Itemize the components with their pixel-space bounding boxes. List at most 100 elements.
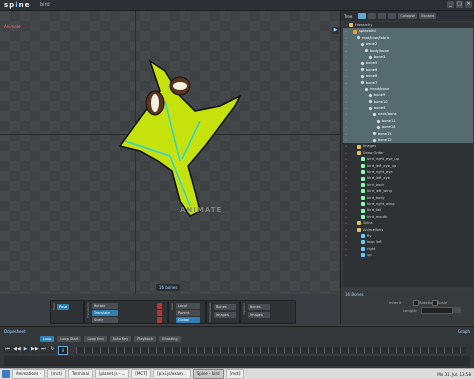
axes-local-button[interactable]: Local (176, 303, 200, 309)
tree-row[interactable]: • up (343, 252, 473, 258)
tools-group: Tools Pose (50, 300, 84, 324)
bone-icon (360, 74, 365, 79)
axes-parent-button[interactable]: Parent (176, 310, 200, 316)
bone-icon (372, 138, 377, 143)
anim-icon (361, 234, 365, 239)
tools-toolbar: Tools Pose Transform Rotate Translate Sc… (0, 296, 339, 326)
rotate-tool-button[interactable]: Rotate (92, 303, 118, 309)
length-input[interactable] (421, 307, 453, 314)
compensate-bones-button[interactable]: Bones (214, 304, 236, 310)
loop-icon[interactable]: ↻ (49, 346, 56, 353)
translate-key-button[interactable] (157, 310, 162, 316)
taskbar-item[interactable]: Animations - (12, 369, 46, 379)
loop-start-button[interactable]: Loop Start (57, 336, 82, 342)
slot-icon (361, 195, 365, 200)
taskbar-item[interactable]: [MCT] (131, 369, 152, 379)
maximize-button[interactable]: □ (456, 1, 463, 8)
slot-icon (361, 189, 365, 194)
pose-tool-button[interactable]: Pose (57, 304, 70, 310)
slot-icon (361, 176, 365, 181)
filter-bones-icon[interactable] (358, 13, 367, 19)
taskbar-item[interactable]: [mct] (47, 369, 66, 379)
auto-key-toggle[interactable]: Auto Key (109, 336, 132, 342)
taskbar-item[interactable]: Terminal (68, 369, 93, 379)
timeline-track[interactable] (4, 356, 470, 366)
filter-attachments-icon[interactable] (378, 13, 387, 19)
bird-skeleton-image[interactable] (110, 51, 250, 221)
bone-icon (376, 125, 381, 130)
viewport-play-button[interactable]: ▶ (332, 27, 339, 34)
tree-list[interactable]: • Hierarchy • spinebird • root/blue/fabric • bo… (343, 22, 473, 287)
options-bones-button[interactable]: Bones (248, 304, 270, 310)
dopesheet-title: Dopesheet (4, 329, 26, 334)
last-frame-icon[interactable]: ⏭ (40, 346, 47, 353)
length-label: Length: (403, 308, 418, 313)
taskbar-item[interactable]: [pixi.js/exam... (153, 369, 191, 379)
minimize-button[interactable]: _ (447, 1, 454, 8)
translate-tool-button[interactable]: Translate (92, 310, 118, 316)
clock: Mo 31. Jul, 13:58 (437, 371, 471, 377)
graph-toggle[interactable]: Graph (458, 329, 470, 334)
compensate-images-button[interactable]: Images (214, 312, 236, 318)
taskbar-item[interactable]: [mct] (225, 369, 245, 379)
taskbar-item[interactable]: [planet.js - ... (94, 369, 130, 379)
filter-slots-icon[interactable] (368, 13, 377, 19)
scale-key-button[interactable] (157, 317, 162, 323)
window-title: bird (40, 2, 50, 8)
spine-logo: spine (4, 1, 31, 9)
expand-button[interactable]: Expand (419, 13, 437, 19)
visibility-icon[interactable]: • (343, 252, 349, 258)
bone-icon (368, 55, 373, 60)
length-key-button[interactable] (453, 307, 461, 313)
timeline-ruler[interactable] (76, 347, 466, 353)
options-group-label: Options (242, 303, 246, 315)
properties-title: 16 Bones (345, 292, 364, 297)
bone-icon (360, 67, 365, 73)
bone-icon (372, 131, 377, 136)
collapse-button[interactable]: Collapse (398, 13, 418, 19)
axes-group: Axes Local Parent Global (168, 300, 206, 324)
start-menu-icon[interactable] (2, 370, 10, 378)
fast-forward-icon[interactable]: ▶▶ (31, 346, 39, 353)
bone-icon (368, 106, 373, 111)
anim-icon (361, 253, 365, 258)
os-taskbar: Animations - [mct] Terminal [planet.js - ..… (0, 368, 474, 379)
first-frame-icon[interactable]: ⏮ (4, 346, 11, 353)
folder-icon (357, 151, 361, 155)
current-frame-field[interactable]: 0 (58, 346, 68, 355)
loop-toggle[interactable]: Loop (40, 336, 55, 342)
viewport-canvas[interactable]: Animate ANIMATE ▶ (0, 11, 339, 294)
axes-global-button[interactable]: Global (176, 317, 200, 323)
play-icon[interactable]: ▶ (22, 346, 29, 353)
anim-icon (361, 246, 365, 251)
filter-settings-icon[interactable] (388, 13, 397, 19)
ghosting-button[interactable]: Ghosting (158, 336, 181, 342)
dopesheet-options: Loop Loop Start Loop End Auto Key Playba… (40, 336, 181, 342)
rotate-key-button[interactable] (157, 303, 162, 309)
playback-button[interactable]: Playback (134, 336, 156, 342)
transform-group: Transform Rotate Translate Scale (84, 300, 168, 324)
transform-group-label: Transform (86, 303, 90, 318)
slot-icon (361, 214, 365, 219)
slot-icon (361, 157, 365, 162)
compensate-group-label: Compensate (208, 303, 212, 322)
slot-icon (361, 163, 365, 168)
bone-icon (368, 99, 373, 104)
bone-icon (376, 118, 381, 124)
folder-icon (357, 144, 361, 149)
tree-header: Tree Collapse Expand (341, 11, 474, 21)
options-group: Options Bones Images (240, 300, 296, 324)
loop-end-button[interactable]: Loop End (84, 336, 107, 342)
options-images-button[interactable]: Images (248, 312, 270, 318)
axes-group-label: Axes (170, 303, 174, 311)
slot-icon (361, 202, 365, 207)
inherit-scale-label: Scale (437, 300, 448, 305)
dopesheet-panel: Dopesheet Graph Loop Loop Start Loop End… (0, 326, 474, 369)
scale-tool-button[interactable]: Scale (92, 317, 118, 323)
close-button[interactable]: ✕ (465, 1, 472, 8)
rewind-icon[interactable]: ◀◀ (13, 346, 21, 353)
compensate-group: Compensate Bones Images (206, 300, 240, 324)
folder-icon (357, 221, 361, 226)
tree-title: Tree (344, 13, 353, 19)
taskbar-item[interactable]: Spine - bird (192, 369, 224, 379)
